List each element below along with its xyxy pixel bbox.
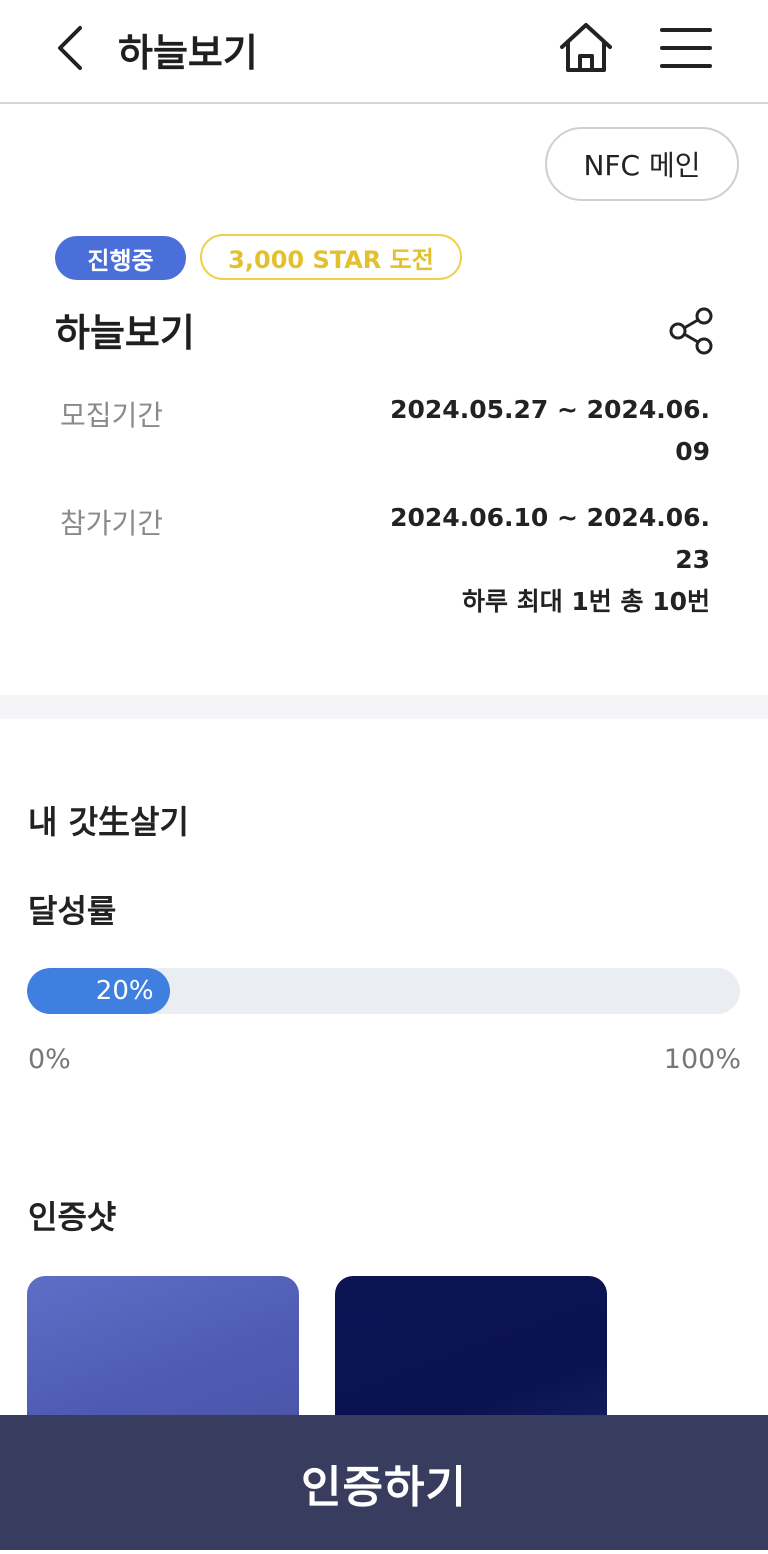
recruit-period-label: 모집기간 (60, 399, 164, 432)
proof-photo-thumbnail[interactable] (335, 1276, 607, 1436)
nfc-main-button[interactable]: NFC 메인 (545, 127, 739, 201)
progress-label: 20% (95, 976, 154, 1006)
page-title: 하늘보기 (118, 31, 258, 75)
progress-fill: 20% (27, 968, 170, 1014)
participation-frequency: 하루 최대 1번 총 10번 (461, 587, 710, 616)
chevron-left-icon[interactable] (52, 24, 92, 72)
status-badge: 진행중 (55, 236, 186, 280)
app-header: 하늘보기 (0, 0, 768, 104)
section-divider (0, 695, 768, 719)
participate-period-label: 참가기간 (60, 507, 164, 540)
proof-shot-title: 인증샷 (28, 1198, 117, 1236)
progress-min-label: 0% (28, 1044, 71, 1075)
proof-photo-thumbnail[interactable] (27, 1276, 299, 1436)
home-icon[interactable] (556, 20, 616, 76)
reward-badge: 3,000 STAR 도전 (200, 234, 462, 280)
progress-bar: 20% (27, 968, 740, 1014)
participate-period-value: 2024.06.10 ~ 2024.06.23 (390, 503, 710, 574)
hamburger-menu-icon[interactable] (660, 26, 712, 70)
challenge-title: 하늘보기 (55, 311, 195, 355)
recruit-period-value: 2024.05.27 ~ 2024.06.09 (390, 395, 710, 466)
achievement-rate-title: 달성률 (28, 892, 117, 930)
my-section-title: 내 갓生살기 (28, 803, 189, 841)
share-icon[interactable] (666, 306, 716, 356)
progress-max-label: 100% (663, 1044, 741, 1075)
verify-button[interactable]: 인증하기 (0, 1415, 768, 1550)
